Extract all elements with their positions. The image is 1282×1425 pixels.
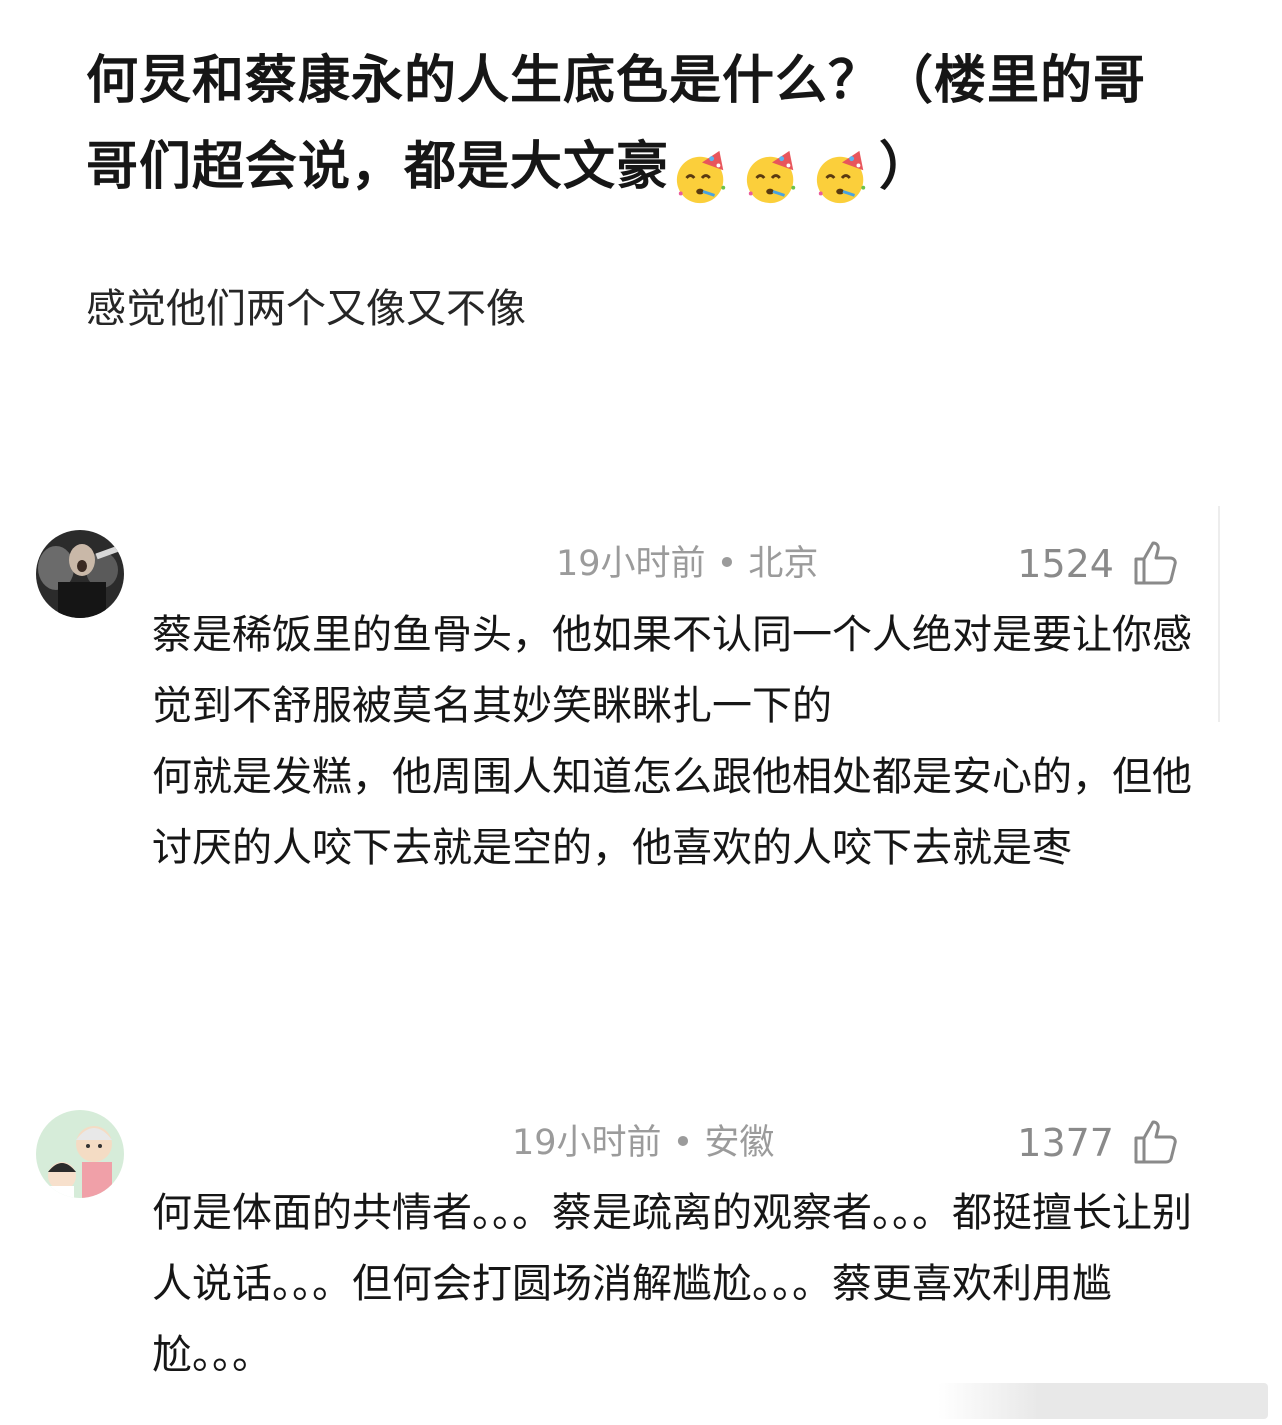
user-avatar-cartoon[interactable] [36, 1110, 124, 1198]
avatar-cartoon-icon [36, 1110, 124, 1198]
like-count: 1524 [1017, 542, 1114, 586]
post-body: 感觉他们两个又像又不像 [86, 286, 526, 332]
comment-time-location: 19小时前 • 安徽 [512, 1123, 775, 1163]
thumbs-up-icon[interactable] [1132, 1116, 1182, 1166]
comment-text: 蔡是稀饭里的鱼骨头，他如果不认同一个人绝对是要让你感觉到不舒服被莫名其妙笑眯眯扎… [152, 612, 1192, 871]
thumbs-up-icon[interactable] [1132, 537, 1182, 587]
user-avatar-photo[interactable] [36, 530, 124, 618]
watermark [938, 1383, 1268, 1419]
partying-face-icon [676, 150, 726, 204]
post-title: 何炅和蔡康永的人生底色是什么？（楼里的哥哥们超会说，都是大文豪） [86, 38, 1196, 218]
comment-time-location: 19小时前 • 北京 [556, 544, 819, 584]
partying-face-icon [816, 150, 866, 204]
emoji-row [669, 132, 879, 218]
comment-text: 何是体面的共情者。。。蔡是疏离的观察者。。。都挺擅长让别人说话。。。但何会打圆场… [152, 1190, 1192, 1378]
post-title-end: ） [879, 137, 933, 197]
partying-face-icon [746, 150, 796, 204]
scroll-divider [1218, 506, 1220, 722]
avatar-photo-icon [36, 530, 124, 618]
like-count: 1377 [1017, 1121, 1114, 1165]
post-title-text: 何炅和蔡康永的人生底色是什么？（楼里的哥哥们超会说，都是大文豪 [86, 51, 1147, 197]
